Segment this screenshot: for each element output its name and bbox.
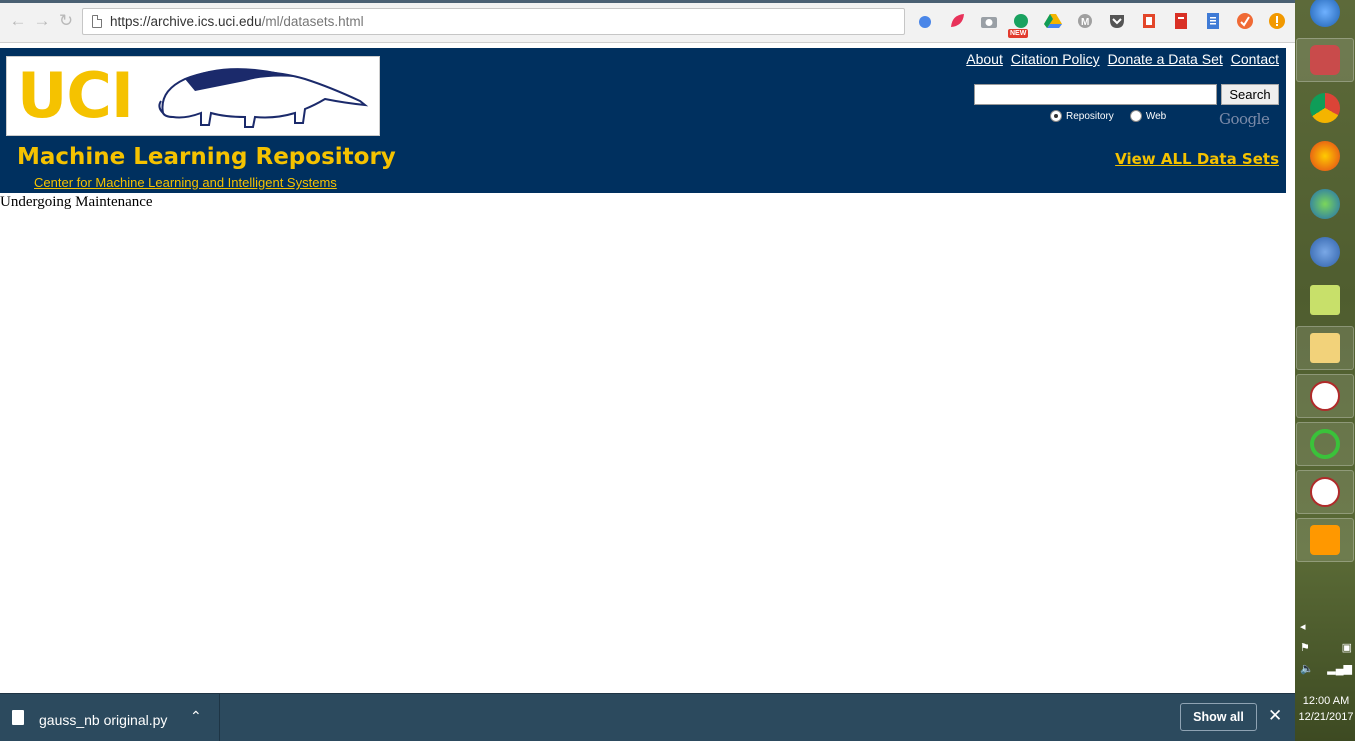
- google-logo: Google: [1219, 110, 1270, 128]
- search-button[interactable]: Search: [1221, 84, 1279, 105]
- anaconda-icon[interactable]: [1296, 422, 1354, 466]
- site-header: UCI Machine Learning Repository Center f…: [0, 48, 1286, 193]
- chevron-up-icon[interactable]: ⌃: [190, 708, 202, 725]
- alert-icon[interactable]: [1266, 10, 1288, 32]
- camera-icon[interactable]: [978, 10, 1000, 32]
- signal-icon[interactable]: ▂▄▆: [1327, 662, 1352, 675]
- system-clock[interactable]: 12:00 AM 12/21/2017: [1297, 693, 1355, 725]
- new-extension-icon[interactable]: NEW: [1008, 10, 1032, 38]
- back-icon[interactable]: ←: [8, 11, 28, 31]
- radio-repository[interactable]: [1050, 110, 1062, 122]
- view-all-datasets-link[interactable]: View ALL Data Sets: [1115, 150, 1279, 168]
- chrome-icon[interactable]: [1296, 86, 1354, 130]
- leaf-icon[interactable]: [946, 10, 968, 32]
- radio-web[interactable]: [1129, 110, 1142, 122]
- url-text[interactable]: https://archive.ics.uci.edu/ml/datasets.…: [110, 14, 364, 29]
- reload-icon[interactable]: ↻: [56, 11, 76, 31]
- tab-strip: [0, 0, 1295, 3]
- network-app-icon[interactable]: [1296, 182, 1354, 226]
- extension-toolbar: NEW M: [914, 10, 1288, 38]
- spider-app-icon[interactable]: [1296, 374, 1354, 418]
- volume-icon[interactable]: 🔈: [1300, 662, 1314, 675]
- nav-link-contact[interactable]: Contact: [1231, 51, 1279, 67]
- m-icon[interactable]: M: [1074, 10, 1096, 32]
- forward-icon[interactable]: →: [32, 11, 52, 31]
- pdf-icon[interactable]: [1170, 10, 1192, 32]
- google-drive-icon[interactable]: [1042, 10, 1064, 32]
- firefox-icon[interactable]: [1296, 134, 1354, 178]
- radio-repository-label: Repository: [1066, 110, 1114, 122]
- sticky-notes-icon[interactable]: [1296, 278, 1354, 322]
- nav-link-citation-policy[interactable]: Citation Policy: [1011, 51, 1100, 67]
- uci-logo[interactable]: UCI: [6, 56, 380, 136]
- tray-expand-icon[interactable]: ◂: [1300, 620, 1306, 633]
- address-bar[interactable]: https://archive.ics.uci.edu/ml/datasets.…: [82, 8, 905, 35]
- file-explorer-icon[interactable]: [1296, 326, 1354, 370]
- svg-text:M: M: [1081, 17, 1089, 28]
- new-badge: NEW: [1008, 29, 1029, 38]
- spider-app-2-icon[interactable]: [1296, 470, 1354, 514]
- snipping-tool-icon[interactable]: [1296, 38, 1354, 82]
- r-icon[interactable]: [1296, 230, 1354, 274]
- python-file-icon: [12, 710, 24, 725]
- pocket-icon[interactable]: [1106, 10, 1128, 32]
- show-all-button[interactable]: Show all: [1180, 703, 1257, 731]
- top-nav: About Citation Policy Donate a Data Set …: [966, 51, 1279, 67]
- nav-link-about[interactable]: About: [966, 51, 1003, 67]
- site-title: Machine Learning Repository: [17, 144, 396, 170]
- search-input[interactable]: [974, 84, 1217, 105]
- close-icon[interactable]: ✕: [1268, 706, 1282, 726]
- radio-web-label: Web: [1145, 110, 1167, 122]
- download-bar: gauss_nb original.py ⌃ Show all ✕: [0, 693, 1295, 741]
- download-file-name[interactable]: gauss_nb original.py: [39, 712, 167, 728]
- page-info-icon[interactable]: [92, 15, 102, 28]
- anteater-icon: [158, 68, 369, 128]
- flag-icon[interactable]: ⚑: [1300, 641, 1310, 654]
- logo-text: UCI: [17, 59, 134, 132]
- docs-icon[interactable]: [1202, 10, 1224, 32]
- system-tray: ◂ ⚑ ▣ 🔈 ▂▄▆: [1300, 620, 1352, 683]
- sublime-text-icon[interactable]: [1296, 518, 1354, 562]
- drive-icon[interactable]: [914, 10, 936, 32]
- search-scope: Repository Web: [1050, 110, 1178, 122]
- center-link[interactable]: Center for Machine Learning and Intellig…: [34, 175, 337, 190]
- tick-icon[interactable]: [1234, 10, 1256, 32]
- office-icon[interactable]: [1138, 10, 1160, 32]
- start-button-icon[interactable]: [1296, 0, 1354, 34]
- maintenance-message: Undergoing Maintenance: [0, 194, 153, 210]
- download-item[interactable]: gauss_nb original.py ⌃: [0, 694, 220, 741]
- clock-date: 12/21/2017: [1298, 711, 1354, 723]
- clock-time: 12:00 AM: [1302, 695, 1350, 707]
- power-icon[interactable]: ▣: [1342, 641, 1352, 654]
- browser-toolbar: ← → ↻ https://archive.ics.uci.edu/ml/dat…: [0, 0, 1295, 43]
- nav-link-donate[interactable]: Donate a Data Set: [1108, 51, 1223, 67]
